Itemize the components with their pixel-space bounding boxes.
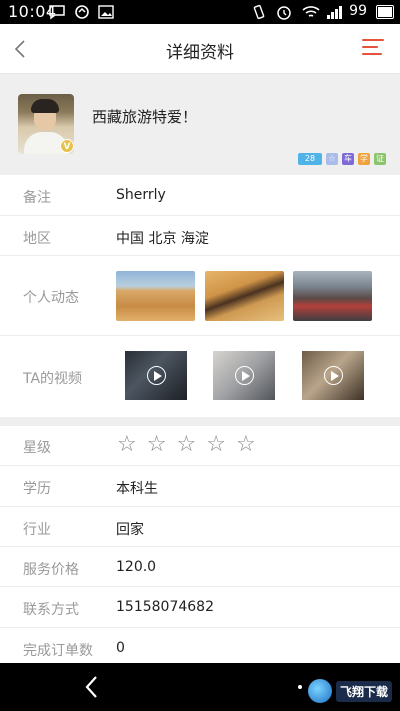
region-value: 中国 北京 海淀: [116, 231, 209, 247]
menu-lines-icon[interactable]: [362, 39, 384, 59]
video-thumbnail[interactable]: [213, 351, 275, 400]
price-label: 服务价格: [23, 562, 79, 578]
signal-icon: [326, 4, 344, 20]
car-badge: 车: [342, 153, 354, 165]
play-icon: [324, 366, 343, 385]
sync-icon: [74, 4, 90, 20]
level-badge: 28: [298, 153, 322, 165]
battery-level: 99: [349, 3, 367, 19]
note-value: Sherrly: [116, 187, 166, 203]
rating-label: 星级: [23, 440, 51, 456]
contact-value[interactable]: 15158074682: [116, 599, 214, 615]
orders-label: 完成订单数: [23, 643, 93, 659]
industry-value: 回家: [116, 522, 144, 538]
industry-row: 行业 回家: [0, 507, 400, 547]
vibrate-icon: [250, 4, 268, 20]
rating-row: 星级 ☆ ☆ ☆ ☆ ☆: [0, 426, 400, 466]
region-row: 地区 中国 北京 海淀: [0, 216, 400, 256]
videos-label: TA的视频: [23, 371, 83, 387]
contact-label: 联系方式: [23, 602, 79, 618]
nav-dot: [298, 685, 302, 689]
star-icon: ☆: [117, 432, 137, 457]
page-title: 详细资料: [166, 43, 234, 63]
navigation-bar: 飞翔下载: [0, 663, 400, 711]
title-bar: 详细资料: [0, 24, 400, 74]
verified-icon: V: [60, 139, 74, 153]
education-label: 学历: [23, 481, 51, 497]
play-icon: [235, 366, 254, 385]
star-icon: ☆: [176, 432, 197, 457]
message-icon: [48, 4, 66, 20]
moment-photo[interactable]: [293, 271, 372, 321]
alarm-icon: [276, 4, 292, 20]
education-value: 本科生: [116, 481, 158, 497]
orders-row: 完成订单数 0: [0, 628, 400, 663]
industry-label: 行业: [23, 522, 51, 538]
region-label: 地区: [23, 231, 51, 247]
note-row[interactable]: 备注 Sherrly: [0, 175, 400, 216]
battery-icon: [376, 5, 394, 19]
section-divider: [0, 417, 400, 426]
moments-label: 个人动态: [23, 290, 79, 306]
price-row: 服务价格 120.0: [0, 547, 400, 587]
video-thumbnail[interactable]: [302, 351, 364, 400]
note-label: 备注: [23, 190, 51, 206]
profile-signature: 西藏旅游特爱！: [92, 108, 198, 126]
play-icon: [147, 366, 166, 385]
badge-group: 28 ☆ 车 学 证: [298, 153, 386, 165]
star-icon: ☆: [146, 432, 167, 457]
star-icon: ☆: [206, 432, 226, 457]
videos-row[interactable]: TA的视频: [0, 336, 400, 417]
price-value: 120.0: [116, 559, 157, 575]
education-badge: 学: [358, 153, 370, 165]
star-icon: ☆: [235, 432, 256, 457]
watermark-logo-icon: [307, 679, 332, 703]
certificate-badge: 证: [374, 153, 386, 165]
star-badge: ☆: [326, 153, 338, 165]
moment-photo[interactable]: [116, 271, 195, 321]
education-row: 学历 本科生: [0, 466, 400, 507]
video-thumbnail[interactable]: [125, 351, 187, 400]
status-bar: 10:04 99: [0, 0, 400, 24]
contact-row[interactable]: 联系方式 15158074682: [0, 587, 400, 628]
star-rating: ☆ ☆ ☆ ☆ ☆: [117, 432, 256, 457]
moments-row[interactable]: 个人动态: [0, 256, 400, 336]
moment-photo[interactable]: [205, 271, 284, 321]
watermark-text: 飞翔下载: [335, 680, 392, 702]
nav-back-icon[interactable]: [82, 673, 102, 701]
watermark: 飞翔下载: [307, 677, 392, 705]
orders-value: 0: [116, 640, 125, 656]
image-icon: [98, 4, 114, 20]
wifi-icon: [302, 4, 320, 20]
